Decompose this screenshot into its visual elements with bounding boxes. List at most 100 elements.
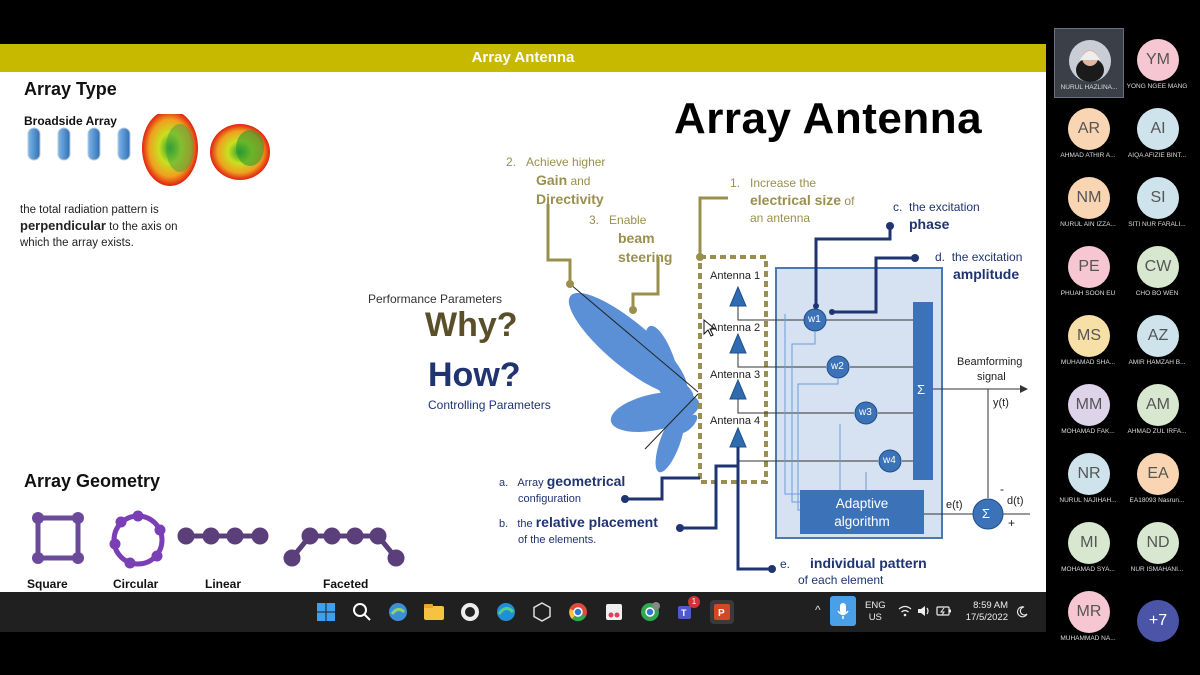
participant-tile[interactable]: MM MOHAMAD FAK... (1054, 373, 1122, 441)
ctrl-b-line1: the (517, 518, 536, 530)
participant-tile[interactable]: MR MUHAMMAD NA... (1054, 580, 1122, 648)
ctrl-e-annotation: e. individual pattern of each element (780, 555, 927, 588)
language-indicator[interactable]: ENG US (865, 600, 886, 624)
ctrl-b-annotation: b. the relative placement of the element… (499, 514, 658, 548)
participant-gallery: NURUL HAZLINA... YM YONG NGEE MANG AR AHMAD … (1053, 28, 1200, 648)
participant-tile[interactable]: AZ AMIR HAMZAH B... (1123, 304, 1191, 372)
ctrl-d-prefix: d. (935, 250, 946, 264)
avatar: AZ (1137, 315, 1179, 357)
antenna-3-label: Antenna 3 (710, 369, 761, 381)
ctrl-e-bold: individual pattern (810, 555, 927, 571)
snipping-tool-icon[interactable] (602, 600, 626, 624)
presentation-slide: Array Antenna Array Type Broadside Array (0, 44, 1046, 592)
focus-assist-icon[interactable] (1016, 605, 1028, 623)
participant-name: MUHAMMAD NA... (1060, 635, 1116, 642)
adaptive-line-2: algorithm (834, 514, 890, 529)
participant-name: CHO BO WEN (1135, 290, 1179, 297)
windows-start-icon[interactable] (314, 600, 338, 624)
ctrl-d-line1: the excitation (951, 250, 1023, 264)
weight-w2: w2 (831, 361, 844, 372)
participant-name: EA18093 Nasrun... (1129, 497, 1185, 504)
perf-2-gain: Gain (536, 172, 568, 188)
microphone-icon[interactable] (830, 596, 856, 626)
participant-tile[interactable]: AI AIQA AFIZIE BINT... (1123, 97, 1191, 165)
participant-tile[interactable]: EA EA18093 Nasrun... (1123, 442, 1191, 510)
participant-name: AIQA AFIZIE BINT... (1127, 152, 1187, 159)
weight-w4: w4 (883, 455, 896, 466)
antenna-1-label: Antenna 1 (710, 270, 761, 282)
clock[interactable]: 8:59 AM 17/5/2022 (962, 600, 1008, 624)
yt-label: y(t) (993, 397, 1009, 409)
perf-1-line1: Increase the (750, 176, 817, 190)
svg-text:P: P (718, 608, 725, 619)
participant-tile[interactable]: MI MOHAMAD SYA... (1054, 511, 1122, 579)
error-sum-symbol: Σ (982, 506, 991, 521)
participant-tile[interactable]: ND NUR ISMAHANI... (1123, 511, 1191, 579)
search-icon[interactable] (350, 600, 374, 624)
perf-1-bold: electrical size (750, 192, 842, 208)
chrome-icon[interactable] (566, 600, 590, 624)
participant-tile[interactable]: NM NURUL AIN IZZA... (1054, 166, 1122, 234)
avatar: NR (1068, 453, 1110, 495)
widgets-icon[interactable] (386, 600, 410, 624)
participant-name: AHMAD ATHIR A... (1060, 152, 1116, 159)
avatar: SI (1137, 177, 1179, 219)
ctrl-a-annotation: a. Array geometrical configuration (499, 473, 625, 507)
perf-3-line2: beam (618, 230, 655, 246)
participant-tile[interactable]: PE PHUAH SOON EU (1054, 235, 1122, 303)
ctrl-b-prefix: b. (499, 518, 509, 530)
adaptive-line-1: Adaptive (835, 496, 889, 511)
minus-sign: - (1000, 482, 1004, 496)
sum-symbol: Σ (917, 382, 926, 397)
avatar: AI (1137, 108, 1179, 150)
participant-tile[interactable]: CW CHO BO WEN (1123, 235, 1191, 303)
language-code: ENG (865, 600, 886, 611)
volume-icon[interactable] (917, 604, 931, 623)
battery-icon[interactable] (936, 604, 952, 623)
participant-tile[interactable]: YM YONG NGEE MANG (1123, 28, 1191, 96)
perf-1-of: of (841, 194, 855, 208)
perf-1-annotation: 1. Increase the electrical size of an an… (730, 175, 854, 227)
wifi-icon[interactable] (898, 604, 912, 623)
participant-tile[interactable]: SI SITI NUR FARALI... (1123, 166, 1191, 234)
teams-icon[interactable]: T 1 (674, 596, 700, 624)
perf-1-num: 1. (730, 176, 741, 190)
camera-app-icon[interactable] (458, 600, 482, 624)
shared-screen: Array Antenna Array Type Broadside Array (0, 44, 1046, 632)
perf-2-annotation: 2. Achieve higher Gain and Directivity (506, 153, 605, 209)
participant-name: MUHAMAD SHA... (1060, 359, 1116, 366)
participant-name: SITI NUR FARALI... (1128, 221, 1186, 228)
avatar: MR (1068, 591, 1110, 633)
signal-label: signal (977, 371, 1006, 383)
edge-browser-icon[interactable] (494, 600, 518, 624)
ctrl-c-prefix: c. (893, 200, 903, 214)
participant-name: MOHAMAD FAK... (1061, 428, 1115, 435)
perf-3-num: 3. (589, 213, 600, 227)
ctrl-a-line2: configuration (518, 493, 581, 505)
ctrl-e-line2: of each element (798, 573, 884, 587)
participant-tile[interactable]: AM AHMAD ZUL IRFA... (1123, 373, 1191, 441)
dt-label: d(t) (1007, 495, 1024, 507)
participant-name: NURUL AIN IZZA... (1060, 221, 1116, 228)
participant-tile[interactable]: NR NURUL NAJIHAH... (1054, 442, 1122, 510)
participant-tile[interactable]: MS MUHAMAD SHA... (1054, 304, 1122, 372)
participant-tile[interactable]: AR AHMAD ATHIR A... (1054, 97, 1122, 165)
participant-tile[interactable]: +7 (1123, 580, 1191, 648)
file-explorer-icon[interactable] (422, 600, 446, 624)
participant-name: NUR ISMAHANI... (1130, 566, 1184, 573)
avatar: AR (1068, 108, 1110, 150)
avatar: +7 (1137, 600, 1179, 642)
ctrl-a-prefix: a. (499, 477, 509, 489)
perf-2-line1: Achieve higher (526, 155, 606, 169)
clock-date: 17/5/2022 (965, 612, 1008, 623)
store-icon[interactable] (530, 600, 554, 624)
perf-3-annotation: 3. Enable beam steering (589, 211, 672, 267)
tray-overflow-icon[interactable]: ^ (815, 603, 821, 617)
avatar: EA (1137, 453, 1179, 495)
powerpoint-icon[interactable]: P (710, 600, 734, 624)
participant-tile[interactable]: NURUL HAZLINA... (1054, 28, 1124, 98)
windows-taskbar: T 1 P ^ ENG US 8:59 AM 17/5/2022 (0, 592, 1046, 632)
chrome-profile-icon[interactable] (638, 600, 662, 624)
ctrl-c-line1: the excitation (909, 200, 980, 214)
avatar: MI (1068, 522, 1110, 564)
